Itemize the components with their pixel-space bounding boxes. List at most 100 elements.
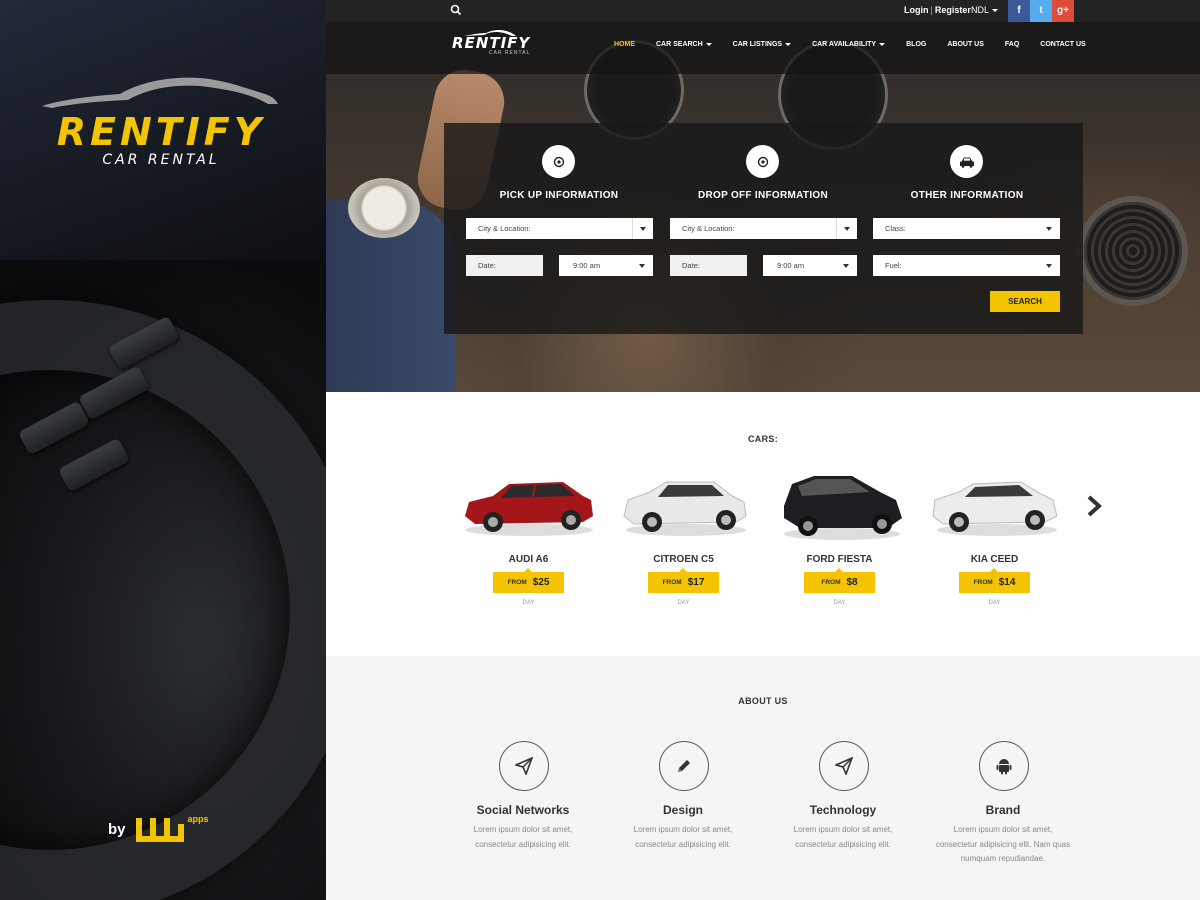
nav-item-label: CAR LISTINGS [732,41,783,48]
nav-item-contact-us[interactable]: CONTACT US [1040,41,1085,48]
chevron-down-icon [836,255,857,276]
class-select[interactable]: Class: [873,218,1060,239]
feature-text-line: Lorem ipsum dolor sit amet, [953,825,1053,834]
feature-description: Lorem ipsum dolor sit amet, consectetur … [923,823,1083,867]
feature-text-line: Lorem ipsum dolor sit amet, [473,825,573,834]
dropoff-time-value: 9:00 am [777,261,805,270]
price-tag: FROM $14 [959,568,1030,593]
price-value: $8 [846,577,858,588]
auth-links: Login | Register [904,5,971,15]
nav-item-car-search[interactable]: CAR SEARCH [656,41,712,48]
chevron-down-icon [632,218,653,239]
other-info-title: OTHER INFORMATION [910,190,1024,201]
nav-item-home[interactable]: HOME [614,41,635,48]
pickup-title: PICK UP INFORMATION [499,190,619,201]
pickup-location-select[interactable]: City & Location: [466,218,653,239]
brand-logo: RENTIFY CAR RENTAL [36,74,286,174]
price-value: $25 [532,577,550,588]
twitter-icon[interactable]: t [1030,0,1052,22]
car-card[interactable]: CITROEN C5 FROM $17 DAY [606,466,761,616]
car-card[interactable]: AUDI A6 FROM $25 DAY [451,466,606,616]
vendor-suffix: apps [187,814,209,824]
dropoff-date-field[interactable]: Date: [670,255,747,276]
pickup-time-value: 9:00 am [573,261,601,270]
brand-panel: RENTIFY CAR RENTAL by apps [0,0,326,900]
feature-title: Technology [809,803,877,817]
feature-text-line: consectetur adipisicing elit. [475,839,571,849]
steering-wheel-graphic [0,300,326,900]
dropoff-location-value: City & Location: [682,224,735,233]
brand-subtitle: CAR RENTAL [102,152,220,168]
top-bar: Login | Register NDL f t g+ [326,0,1200,22]
chevron-down-icon [785,42,792,46]
nav-item-label: BLOG [906,41,927,48]
fuel-select[interactable]: Fuel: [873,255,1060,276]
nav-item-blog[interactable]: BLOG [906,41,926,48]
price-value: $14 [998,577,1016,588]
facebook-icon[interactable]: f [1008,0,1030,22]
cars-section: CARS: AUDI A6 FROM $25 DAY CITROEN C5 FR… [326,392,1200,656]
chevron-down-icon [836,218,857,239]
dropoff-time-select[interactable]: 9:00 am [763,255,857,276]
price-from-label: FROM [507,579,527,586]
car-name: CITROEN C5 [653,554,714,565]
dropoff-date-value: Date: [682,261,700,270]
login-link[interactable]: Login [904,5,929,15]
pickup-date-value: Date: [478,261,496,270]
chevron-down-icon [1039,218,1060,239]
class-value: Class: [885,224,906,233]
price-tag: FROM $8 [804,568,875,593]
car-image [465,482,593,536]
location-pin-icon [542,145,575,178]
car-image [932,481,1058,536]
vendor-logo-icon [135,818,184,842]
google-plus-icon[interactable]: g+ [1052,0,1074,22]
by-label: by [108,821,126,838]
nav-item-car-listings[interactable]: CAR LISTINGS [732,41,792,48]
paper-plane-icon [819,741,869,791]
website-page: Login | Register NDL f t g+ RENTIFY CAR RE… [326,0,1200,900]
search-icon[interactable] [450,4,462,16]
main-navigation: RENTIFY CAR RENTAL HOME CAR SEARCH CAR L… [326,22,1200,74]
price-value: $17 [687,577,705,588]
nav-links: HOME CAR SEARCH CAR LISTINGS CAR AVAILAB… [614,41,1086,48]
chevron-down-icon [632,255,653,276]
cars-title: CARS: [748,434,778,444]
brand-title: RENTIFY [56,110,266,154]
feature-text-line: Lorem ipsum dolor sit amet, [633,825,733,834]
android-icon [979,741,1029,791]
nav-item-label: CAR AVAILABILITY [812,41,877,48]
feature-text-line: Lorem ipsum dolor sit amet, [793,825,893,834]
pickup-time-select[interactable]: 9:00 am [559,255,653,276]
wristwatch-graphic [348,178,420,238]
nav-item-label: CONTACT US [1040,41,1086,48]
vendor-credit: by apps [108,814,209,842]
feature-text-line: consectetur adipisicing elit. [635,839,731,849]
price-tag: FROM $17 [648,568,719,593]
nav-item-label: CAR SEARCH [656,41,703,48]
price-from-label: FROM [821,579,841,586]
car-card[interactable]: KIA CEED FROM $14 DAY [917,466,1072,616]
nav-item-car-availability[interactable]: CAR AVAILABILITY [812,41,886,48]
feature-text-line: numquam repudiandae. [960,854,1046,863]
car-card[interactable]: FORD FIESTA FROM $8 DAY [762,466,917,616]
price-unit: DAY [988,600,1001,606]
language-selector[interactable]: NDL [971,5,999,15]
location-pin-icon [746,145,779,178]
nav-item-about-us[interactable]: ABOUT US [947,41,984,48]
nav-item-label: FAQ [1004,41,1020,48]
pickup-location-value: City & Location: [478,224,531,233]
paper-plane-icon [499,741,549,791]
nav-logo[interactable]: RENTIFY CAR RENTAL [452,29,530,56]
dropoff-title: DROP OFF INFORMATION [697,190,829,201]
register-link[interactable]: Register [935,5,971,15]
feature-text-line: consectetur adipisicing elit. [795,839,891,849]
price-from-label: FROM [973,579,993,586]
price-unit: DAY [522,600,535,606]
chevron-right-icon[interactable] [1086,495,1102,517]
feature-title: Brand [985,803,1021,817]
pickup-date-field[interactable]: Date: [466,255,543,276]
search-button[interactable]: SEARCH [990,291,1060,312]
dropoff-location-select[interactable]: City & Location: [670,218,857,239]
nav-item-faq[interactable]: FAQ [1005,41,1019,48]
